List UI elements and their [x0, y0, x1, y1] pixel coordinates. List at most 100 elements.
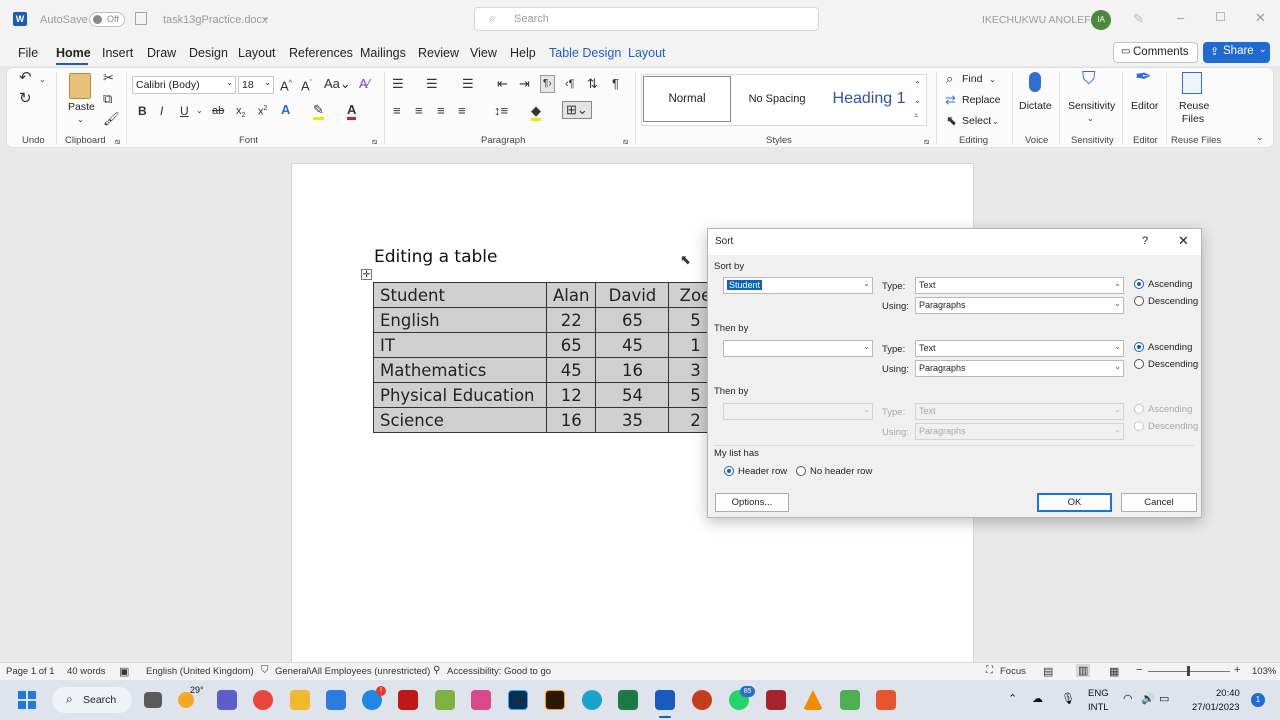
mcafee-icon[interactable]	[398, 690, 418, 710]
dictate-label[interactable]: Dictate	[1019, 100, 1052, 112]
table-cell[interactable]: 16	[545, 407, 597, 433]
table-move-handle-icon[interactable]: ✛	[361, 269, 372, 280]
clock-time[interactable]: 20:40	[1216, 688, 1240, 699]
table-cell[interactable]: 12	[545, 382, 597, 408]
table-row[interactable]: Student Alan David Zoe	[373, 282, 723, 308]
tab-review[interactable]: Review	[418, 46, 459, 60]
editor-label[interactable]: Editor	[1131, 100, 1158, 112]
underline-chevron-icon[interactable]: ⌄	[196, 104, 203, 118]
then-by-2-type-select[interactable]: Text ⌄	[915, 403, 1124, 420]
file-explorer-icon[interactable]	[290, 690, 310, 710]
photoshop-icon[interactable]	[508, 690, 528, 710]
filename-chevron-icon[interactable]: ⌄	[262, 12, 270, 23]
rtl-icon[interactable]: ‹¶	[565, 77, 575, 91]
table-cell[interactable]: 35	[595, 407, 670, 433]
microphone-icon[interactable]	[1029, 72, 1041, 92]
tab-table-design[interactable]: Table Design	[549, 46, 621, 60]
help-button[interactable]: ?	[1142, 235, 1148, 247]
store-icon[interactable]	[326, 690, 346, 710]
then-by-using-select[interactable]: Paragraphs ⌄	[915, 360, 1124, 377]
redo-icon[interactable]: ↻	[19, 91, 32, 106]
increase-indent-icon[interactable]: ⇥	[519, 77, 530, 91]
user-name[interactable]: IKECHUKWU ANOLEFO	[982, 14, 1099, 26]
teams-icon[interactable]	[217, 690, 237, 710]
table-cell[interactable]: 22	[545, 307, 597, 333]
undo-icon[interactable]: ↶	[19, 70, 32, 85]
word-count[interactable]: 40 words	[67, 666, 106, 677]
table-row[interactable]: English 22 65 5	[373, 307, 723, 333]
styles-more-icon[interactable]: ⩡	[914, 109, 919, 123]
font-name-select[interactable]: Calibri (Body) ⌄	[132, 76, 236, 94]
italic-icon[interactable]: I	[160, 104, 163, 118]
volume-icon[interactable]: 🔊	[1141, 692, 1155, 705]
no-header-row-label[interactable]: No header row	[810, 466, 872, 477]
ribbon-collapse-icon[interactable]: ⌄	[1256, 130, 1264, 144]
wifi-icon[interactable]: ◠	[1123, 692, 1133, 705]
sort-by-ascending-radio[interactable]	[1134, 279, 1144, 289]
style-heading-1[interactable]: Heading 1	[825, 76, 913, 122]
sensitivity-status[interactable]: General\All Employees (unrestricted)	[275, 666, 430, 677]
student-table[interactable]: Student Alan David Zoe English 22 65 5 I…	[373, 282, 723, 433]
descending-label[interactable]: Descending	[1148, 359, 1198, 370]
then-by-2-descending-radio[interactable]	[1134, 421, 1144, 431]
select-icon[interactable]: ⬉	[946, 114, 957, 128]
bullets-icon[interactable]: ☰	[392, 77, 404, 91]
file-name[interactable]: task13gPractice.docx	[163, 14, 268, 26]
zoom-in-icon[interactable]: +	[1234, 664, 1240, 676]
tab-home[interactable]: Home	[56, 46, 91, 60]
change-case-icon[interactable]: Aa⌄	[324, 77, 351, 91]
accessibility-status[interactable]: Accessibility: Good to go	[447, 666, 551, 677]
style-no-spacing[interactable]: No Spacing	[733, 76, 821, 122]
tab-file[interactable]: File	[18, 46, 38, 60]
sensitivity-icon[interactable]: ⛉	[1082, 69, 1096, 87]
excel-icon[interactable]	[618, 690, 638, 710]
bold-icon[interactable]: B	[138, 104, 147, 118]
table-row[interactable]: Science 16 35 2	[373, 407, 723, 433]
tab-draw[interactable]: Draw	[147, 46, 176, 60]
access-icon[interactable]	[766, 690, 786, 710]
table-cell[interactable]: 65	[545, 332, 597, 358]
tab-insert[interactable]: Insert	[102, 46, 133, 60]
table-row[interactable]: IT 65 45 1	[373, 332, 723, 358]
tab-layout[interactable]: Layout	[238, 46, 276, 60]
recorder-icon[interactable]	[876, 690, 896, 710]
text-effects-icon[interactable]: A	[281, 103, 290, 117]
then-by-ascending-radio[interactable]	[1134, 342, 1144, 352]
avatar[interactable]: IA	[1091, 10, 1111, 30]
table-cell[interactable]: IT	[373, 332, 547, 358]
align-right-icon[interactable]: ≡	[437, 104, 445, 118]
table-row[interactable]: Mathematics 45 16 3	[373, 357, 723, 383]
pen-icon[interactable]: ✎	[1133, 11, 1144, 27]
sort-icon[interactable]: ⇅	[587, 77, 598, 91]
microphone-tray-icon[interactable]: 🎙	[1061, 692, 1075, 705]
chrome-icon[interactable]	[253, 690, 273, 710]
cloud-icon[interactable]: ☁	[1032, 692, 1043, 705]
styles-launcher-icon[interactable]: ⧅	[924, 135, 929, 149]
document-heading[interactable]: Editing a table	[374, 247, 498, 267]
table-row[interactable]: Physical Education 12 54 5	[373, 382, 723, 408]
proofing-icon[interactable]: ▣	[119, 665, 129, 678]
descending-label[interactable]: Descending	[1148, 296, 1198, 307]
superscript-icon[interactable]: x2	[258, 102, 267, 119]
tab-design[interactable]: Design	[189, 46, 228, 60]
editor-icon[interactable]: ✒	[1135, 67, 1152, 87]
autosave-toggle[interactable]: Off	[89, 12, 125, 27]
tab-table-layout[interactable]: Layout	[628, 46, 666, 60]
focus-button[interactable]: Focus	[1000, 666, 1026, 677]
show-formatting-icon[interactable]: ¶	[612, 77, 619, 91]
sort-by-descending-radio[interactable]	[1134, 296, 1144, 306]
paste-icon[interactable]	[69, 73, 91, 99]
snipping-tool-icon[interactable]	[471, 690, 491, 710]
clipboard-launcher-icon[interactable]: ⧅	[115, 135, 120, 149]
paste-label[interactable]: Paste	[68, 101, 95, 113]
select-chevron-icon[interactable]: ⌄	[992, 115, 999, 129]
cut-icon[interactable]: ✂	[103, 71, 114, 85]
tray-overflow-icon[interactable]: ⌃	[1008, 692, 1017, 705]
style-normal[interactable]: Normal	[643, 76, 731, 122]
replace-label[interactable]: Replace	[962, 94, 1001, 106]
then-by-2-using-select[interactable]: Paragraphs ⌄	[915, 423, 1124, 440]
tab-view[interactable]: View	[470, 46, 497, 60]
then-by-descending-radio[interactable]	[1134, 359, 1144, 369]
then-by-type-select[interactable]: Text ⌄	[915, 340, 1124, 357]
table-cell[interactable]: Mathematics	[373, 357, 547, 383]
